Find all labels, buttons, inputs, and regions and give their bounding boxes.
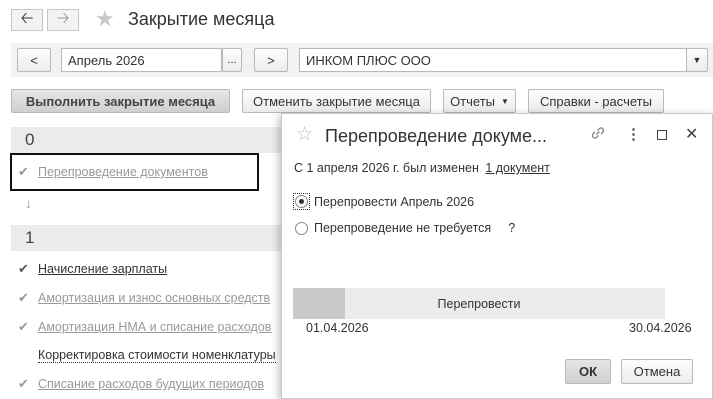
prev-period-button[interactable]: <: [17, 48, 51, 72]
ok-button[interactable]: ОК: [565, 359, 611, 384]
step-cost-adjustment[interactable]: Корректировка стоимости номенклатуры: [18, 345, 281, 365]
cancel-button[interactable]: Отмена: [621, 359, 693, 384]
link-icon[interactable]: [589, 124, 607, 142]
option-repost-label: Перепровести Апрель 2026: [314, 194, 475, 209]
step-repost-docs-label[interactable]: Перепроведение документов: [38, 165, 208, 179]
date-start: 01.04.2026: [306, 321, 369, 335]
execute-closing-button[interactable]: Выполнить закрытие месяца: [11, 89, 230, 113]
changed-docs-link[interactable]: 1 документ: [485, 161, 550, 175]
reports-button[interactable]: Отчеты ▼: [443, 89, 516, 113]
page-title: Закрытие месяца: [128, 9, 275, 29]
chevron-down-icon: ▼: [692, 55, 702, 65]
back-button[interactable]: 🡠: [11, 9, 43, 31]
chevron-down-icon: ▼: [501, 96, 509, 106]
organization-dropdown-button[interactable]: ▼: [686, 48, 708, 72]
arrow-down-icon: ↓: [25, 195, 32, 211]
check-icon: ✔: [18, 319, 29, 334]
step-repost-docs[interactable]: ✔ Перепроведение документов: [18, 162, 208, 182]
arrow-right-icon: 🡢: [56, 9, 70, 27]
step-depreciation-os[interactable]: ✔ Амортизация и износ основных средств: [18, 288, 281, 308]
check-icon: ✔: [18, 376, 29, 391]
maximize-icon[interactable]: [657, 130, 667, 140]
changed-text: С 1 апреля 2026 г. был изменен: [294, 161, 479, 175]
check-icon: ✔: [18, 164, 29, 179]
dialog-title: Перепроведение докуме...: [325, 126, 548, 146]
arrow-left-icon: 🡠: [20, 9, 34, 27]
period-field[interactable]: Апрель 2026: [61, 48, 222, 72]
section-1-header: 1: [11, 225, 283, 251]
step-future-expenses[interactable]: ✔ Списание расходов будущих периодов: [18, 374, 281, 394]
reports-label: Отчеты: [450, 93, 495, 109]
section-1-label: 1: [25, 228, 35, 247]
option-not-required[interactable]: Перепроведение не требуется ?: [295, 221, 515, 235]
step-payroll[interactable]: ✔ Начисление зарплаты: [18, 259, 167, 279]
radio-icon[interactable]: [295, 221, 308, 235]
next-period-button[interactable]: >: [254, 48, 288, 72]
star-icon[interactable]: ☆: [296, 123, 313, 146]
step-depreciation-os-label[interactable]: Амортизация и износ основных средств: [38, 291, 270, 305]
step-future-expenses-label[interactable]: Списание расходов будущих периодов: [38, 377, 264, 391]
star-icon[interactable]: ★: [95, 6, 115, 32]
organization-field[interactable]: ИНКОМ ПЛЮС ООО: [299, 48, 687, 72]
radio-selected-icon[interactable]: [295, 195, 308, 208]
forward-button[interactable]: 🡢: [47, 9, 79, 31]
step-payroll-label[interactable]: Начисление зарплаты: [38, 262, 167, 276]
check-icon: ✔: [18, 290, 29, 305]
help-icon[interactable]: ?: [508, 221, 515, 235]
option-repost[interactable]: Перепровести Апрель 2026: [293, 193, 474, 210]
option-not-required-label: Перепроведение не требуется: [314, 221, 492, 235]
step-cost-adjustment-label[interactable]: Корректировка стоимости номенклатуры: [38, 348, 276, 363]
section-0-header: 0: [11, 127, 283, 153]
step-depreciation-nma[interactable]: ✔ Амортизация НМА и списание расходов: [18, 317, 281, 337]
period-select-button[interactable]: ...: [222, 48, 242, 72]
step-depreciation-nma-label[interactable]: Амортизация НМА и списание расходов: [38, 320, 271, 334]
changed-info: С 1 апреля 2026 г. был изменен 1 докумен…: [294, 161, 550, 175]
help-calculations-button[interactable]: Справки - расчеты: [528, 89, 664, 113]
repost-progress-bar[interactable]: Перепровести: [293, 288, 665, 319]
close-icon[interactable]: ✕: [685, 124, 698, 144]
progress-label: Перепровести: [437, 296, 521, 311]
date-end: 30.04.2026: [629, 321, 692, 335]
repost-dialog: ☆ Перепроведение докуме... ⋮ ✕ С 1 апрел…: [281, 113, 713, 399]
section-0-label: 0: [25, 130, 35, 149]
double-check-icon: ✔: [18, 261, 29, 276]
cancel-closing-button[interactable]: Отменить закрытие месяца: [242, 89, 431, 113]
more-icon[interactable]: ⋮: [626, 125, 641, 143]
